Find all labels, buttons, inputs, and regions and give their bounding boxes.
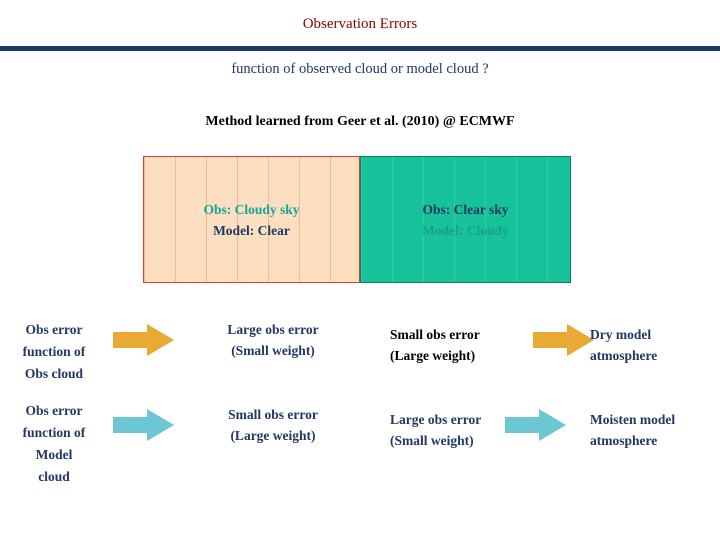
box-obs-clear-model-cloudy: Obs: Clear sky Model: Cloudy — [360, 156, 571, 283]
right-arrow-icon — [533, 323, 595, 357]
row-label-line3: Model — [35, 447, 73, 462]
cell-line1: Dry model — [590, 327, 652, 342]
cell-line2: (Large weight) — [390, 348, 476, 363]
row-label-line3: Obs cloud — [24, 366, 84, 381]
row-obs-error-obs-cloud: Obs error function of Obs cloud Large ob… — [0, 305, 720, 385]
cell-obs-cloud-outcome: Dry model atmosphere — [590, 324, 715, 366]
cell-line2: (Large weight) — [230, 428, 316, 443]
row-label-line2: function of — [22, 344, 86, 359]
cell-line2: atmosphere — [590, 433, 658, 448]
cell-line1: Small obs error — [390, 327, 480, 342]
box-clear-line2: Model: Cloudy — [422, 222, 509, 238]
cell-line1: Small obs error — [228, 407, 318, 422]
scenario-boxes: Obs: Cloudy sky Model: Clear Obs: Clear … — [143, 156, 571, 283]
right-arrow-icon — [113, 323, 175, 357]
box-cloudy-line1: Obs: Cloudy sky — [203, 201, 300, 217]
cell-obs-cloud-cloudy: Large obs error (Small weight) — [198, 319, 348, 361]
row-label-line2: function of — [22, 425, 86, 440]
box-cloudy-line2: Model: Clear — [213, 222, 290, 238]
row-label-model-cloud: Obs error function of Model cloud — [0, 400, 108, 488]
row-label-line4: cloud — [38, 469, 70, 484]
row-label-obs-cloud: Obs error function of Obs cloud — [0, 319, 108, 385]
cell-line2: (Small weight) — [231, 343, 315, 358]
right-arrow-icon — [113, 408, 175, 442]
cell-line2: atmosphere — [590, 348, 658, 363]
box-obs-cloudy-model-clear: Obs: Cloudy sky Model: Clear — [143, 156, 360, 283]
cell-obs-cloud-clear: Small obs error (Large weight) — [390, 324, 550, 366]
row-label-line1: Obs error — [25, 322, 83, 337]
method-reference: Method learned from Geer et al. (2010) @… — [205, 114, 515, 129]
box-clear-line1: Obs: Clear sky — [422, 201, 509, 217]
row-label-line1: Obs error — [25, 403, 83, 418]
title-divider — [0, 46, 720, 51]
cell-model-cloud-outcome: Moisten model atmosphere — [590, 409, 715, 451]
page-title: Observation Errors — [302, 16, 418, 32]
cell-line1: Moisten model — [590, 412, 676, 427]
cell-line1: Large obs error — [227, 322, 319, 337]
cell-model-cloud-cloudy: Small obs error (Large weight) — [198, 404, 348, 446]
right-arrow-icon — [505, 408, 567, 442]
subtitle: function of observed cloud or model clou… — [231, 61, 489, 77]
row-obs-error-model-cloud: Obs error function of Model cloud Small … — [0, 390, 720, 484]
